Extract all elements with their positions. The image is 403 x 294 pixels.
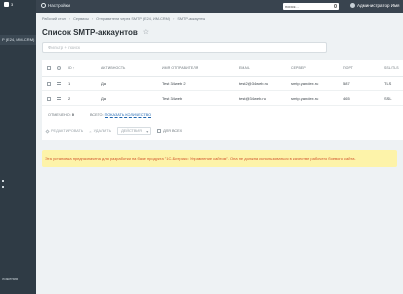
cell-id: 1 bbox=[68, 81, 71, 86]
sidebar-item-label[interactable]: P (E24, ИМ-CRM) bbox=[2, 37, 34, 42]
warning-text: Эта установка предназначена для разработ… bbox=[45, 156, 356, 161]
select-all-checkbox[interactable] bbox=[47, 60, 51, 76]
top-bar: Настройки поиск... Администратор Имя bbox=[36, 0, 403, 13]
gear-icon bbox=[57, 66, 61, 70]
cell-ssl: SSL bbox=[384, 96, 392, 101]
dev-warning-banner: Эта установка предназначена для разработ… bbox=[42, 150, 397, 167]
breadcrumb-item[interactable]: Отправители через SMTP (E24, ИМ-CRM) bbox=[96, 17, 170, 21]
apply-to-all-checkbox[interactable]: ДЛЯ ВСЕХ bbox=[157, 129, 182, 133]
table-row[interactable]: 2 Да Test 34web test@34web.ru smtp.yande… bbox=[42, 92, 403, 106]
star-icon[interactable]: ☆ bbox=[143, 29, 149, 36]
apply-to-all-label: ДЛЯ ВСЕХ bbox=[163, 129, 183, 133]
selected-label: ОТМЕЧЕНО: bbox=[48, 113, 71, 117]
checkbox-icon bbox=[47, 66, 51, 70]
checkbox-icon bbox=[157, 129, 162, 133]
breadcrumb-item[interactable]: Рабочий стол bbox=[42, 17, 66, 21]
close-icon: × bbox=[89, 128, 92, 134]
avatar bbox=[350, 2, 355, 8]
cell-port: 465 bbox=[343, 96, 350, 101]
edit-label: РЕДАКТИРОВАТЬ bbox=[51, 129, 84, 133]
column-header-id[interactable]: ID ↑ bbox=[68, 60, 75, 76]
cell-sender-name: Test 34web bbox=[162, 96, 183, 101]
row-checkbox[interactable] bbox=[47, 77, 51, 90]
settings-label: Настройки bbox=[48, 3, 71, 8]
menu-icon bbox=[57, 97, 61, 100]
accounts-grid: ID ↑ АКТИВНОСТЬ ИМЯ ОТПРАВИТЕЛЯ EMAIL СЕ… bbox=[42, 60, 403, 140]
cell-email: test2@34web.ru bbox=[239, 81, 269, 86]
checkbox-icon bbox=[47, 81, 51, 86]
settings-button[interactable]: Настройки bbox=[41, 3, 70, 8]
sort-arrow-icon: ↑ bbox=[72, 66, 75, 70]
cell-id: 2 bbox=[68, 96, 71, 101]
grid-settings-button[interactable] bbox=[57, 60, 61, 76]
sidebar: 3 P (E24, ИМ-CRM) ложения bbox=[0, 0, 36, 294]
cell-port: 587 bbox=[343, 81, 350, 86]
delete-label: УДАЛИТЬ bbox=[93, 129, 112, 133]
notifications-counter[interactable]: 3 bbox=[4, 2, 13, 7]
actions-select-value: ДЕЙСТВИЯ bbox=[121, 129, 142, 133]
cell-active: Да bbox=[101, 96, 106, 101]
selected-count-value: 0 bbox=[71, 113, 74, 117]
column-header-port[interactable]: ПОРТ bbox=[343, 60, 353, 76]
chevron-down-icon: ▾ bbox=[146, 129, 149, 134]
row-checkbox[interactable] bbox=[47, 92, 51, 105]
user-menu[interactable]: Администратор Имя bbox=[350, 2, 400, 8]
breadcrumb-separator: › bbox=[91, 17, 94, 21]
breadcrumb: Рабочий стол › Сервисы › Отправители чер… bbox=[42, 17, 205, 21]
cell-sender-name: Test 34web 2 bbox=[162, 81, 186, 86]
search-placeholder: поиск... bbox=[285, 3, 299, 9]
breadcrumb-item[interactable]: SMTP-аккаунты bbox=[177, 17, 205, 21]
row-actions-button[interactable] bbox=[57, 92, 61, 105]
delete-button[interactable]: × УДАЛИТЬ bbox=[89, 129, 111, 134]
notifications-icon bbox=[4, 2, 9, 7]
search-input[interactable]: поиск... bbox=[283, 2, 339, 10]
breadcrumb-separator: › bbox=[173, 17, 175, 21]
user-name: Администратор Имя bbox=[357, 2, 400, 8]
grid-action-panel: РЕДАКТИРОВАТЬ × УДАЛИТЬ ДЕЙСТВИЯ ▾ ДЛЯ ВСЕ… bbox=[42, 124, 403, 138]
cell-email: test@34web.ru bbox=[239, 96, 266, 101]
edit-button[interactable]: РЕДАКТИРОВАТЬ bbox=[45, 128, 84, 134]
checkbox-icon bbox=[47, 96, 51, 101]
cell-server: smtp.yandex.ru bbox=[291, 81, 319, 86]
cell-active: Да bbox=[101, 81, 106, 86]
sidebar-marker bbox=[2, 180, 4, 182]
column-header-server[interactable]: СЕРВЕР bbox=[291, 60, 306, 76]
selected-count: ОТМЕЧЕНО: 0 bbox=[48, 113, 74, 117]
filter-search-input[interactable]: Фильтр + поиск bbox=[42, 42, 327, 53]
cell-server: smtp.yandex.ru bbox=[291, 96, 319, 101]
column-header-active[interactable]: АКТИВНОСТЬ bbox=[101, 60, 125, 76]
pencil-icon bbox=[45, 128, 50, 134]
breadcrumb-separator: › bbox=[68, 17, 71, 21]
page-title: Список SMTP-аккаунтов bbox=[42, 28, 138, 37]
show-count-link[interactable]: ПОКАЗАТЬ КОЛИЧЕСТВО bbox=[104, 113, 152, 118]
grid-header: ID ↑ АКТИВНОСТЬ ИМЯ ОТПРАВИТЕЛЯ EMAIL СЕ… bbox=[42, 60, 403, 77]
menu-icon bbox=[57, 82, 61, 85]
search-icon[interactable] bbox=[333, 4, 337, 8]
total-count: ВСЕГО: ПОКАЗАТЬ КОЛИЧЕСТВО bbox=[89, 113, 152, 118]
column-header-ssl[interactable]: SSL/TLS bbox=[384, 60, 399, 76]
notifications-count: 3 bbox=[11, 2, 14, 7]
table-row[interactable]: 1 Да Test 34web 2 test2@34web.ru smtp.ya… bbox=[42, 77, 403, 91]
filter-placeholder: Фильтр + поиск bbox=[48, 45, 80, 50]
sidebar-marker bbox=[2, 186, 4, 188]
column-header-email[interactable]: EMAIL bbox=[239, 60, 250, 76]
grid-footer: ОТМЕЧЕНО: 0 ВСЕГО: ПОКАЗАТЬ КОЛИЧЕСТВО bbox=[42, 108, 403, 122]
gear-icon bbox=[41, 3, 46, 8]
column-header-label: ID bbox=[68, 66, 72, 70]
column-header-sender-name[interactable]: ИМЯ ОТПРАВИТЕЛЯ bbox=[162, 60, 198, 76]
actions-select[interactable]: ДЕЙСТВИЯ ▾ bbox=[117, 127, 152, 135]
sidebar-item-label[interactable]: ложения bbox=[2, 276, 18, 281]
cell-ssl: TLS bbox=[384, 81, 392, 86]
row-actions-button[interactable] bbox=[57, 77, 61, 90]
breadcrumb-item[interactable]: Сервисы bbox=[73, 17, 89, 21]
total-label: ВСЕГО: bbox=[89, 113, 104, 117]
title-row: Список SMTP-аккаунтов ☆ bbox=[42, 28, 149, 37]
